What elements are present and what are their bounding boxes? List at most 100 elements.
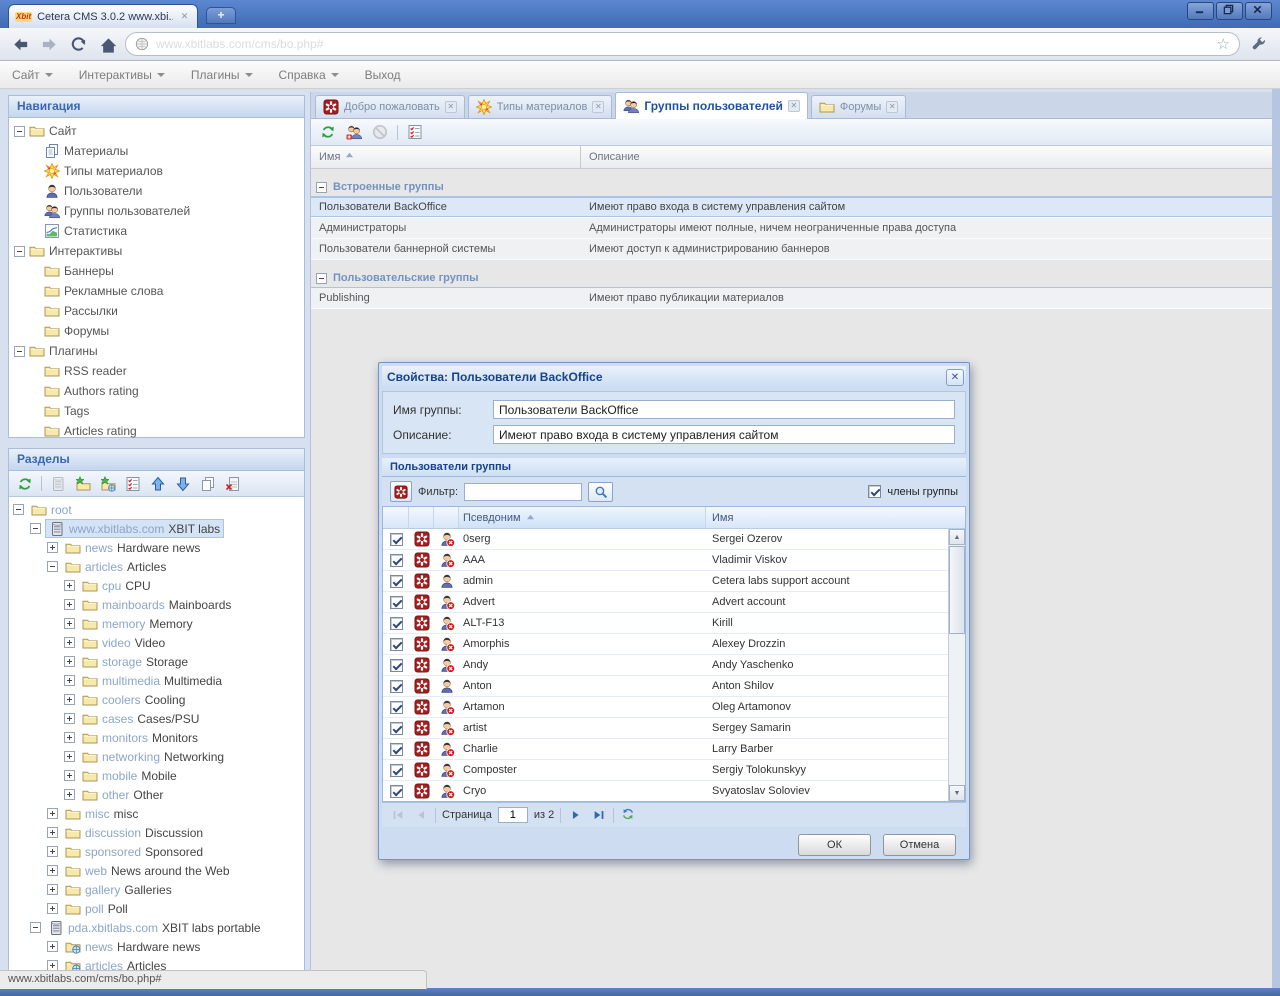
restore-button[interactable] — [1216, 2, 1243, 20]
column-header-description[interactable]: Описание — [581, 146, 1272, 168]
menu-item[interactable]: Выход — [365, 68, 401, 82]
section-node[interactable]: multimediaMultimedia — [9, 671, 304, 690]
collapse-icon[interactable] — [14, 346, 25, 357]
section-node[interactable]: miscmisc — [9, 804, 304, 823]
nav-item[interactable]: Интерактивы — [9, 241, 304, 261]
expand-icon[interactable] — [64, 580, 75, 591]
move-up-button[interactable] — [149, 475, 167, 493]
nav-item[interactable]: Сайт — [9, 121, 304, 141]
section-node[interactable]: galleryGalleries — [9, 880, 304, 899]
page-input[interactable] — [498, 807, 528, 823]
user-row[interactable]: ALT-F13Kirill — [383, 613, 948, 634]
user-row[interactable]: CharlieLarry Barber — [383, 739, 948, 760]
tab-close-icon[interactable]: ✕ — [592, 101, 604, 113]
add-site-button[interactable] — [99, 475, 117, 493]
user-row[interactable]: AndyAndy Yaschenko — [383, 655, 948, 676]
scroll-up-button[interactable]: ▲ — [949, 529, 965, 545]
forward-button[interactable] — [38, 33, 60, 55]
group-row[interactable]: Пользователи BackOfficeИмеют право входа… — [311, 197, 1272, 218]
members-only-checkbox[interactable] — [868, 485, 881, 498]
bookmark-star-icon[interactable]: ☆ — [1217, 37, 1230, 52]
collapse-icon[interactable] — [14, 126, 25, 137]
site-button[interactable] — [49, 475, 67, 493]
member-checkbox[interactable] — [390, 722, 403, 735]
expand-icon[interactable] — [64, 656, 75, 667]
add-group-button[interactable] — [345, 123, 363, 141]
section-node[interactable]: pda.xbitlabs.comXBIT labs portable — [9, 918, 304, 937]
expand-icon[interactable] — [47, 542, 58, 553]
section-node[interactable]: storageStorage — [9, 652, 304, 671]
nav-item[interactable]: Рекламные слова — [9, 281, 304, 301]
scroll-down-button[interactable]: ▼ — [949, 785, 965, 801]
tab-close-icon[interactable]: ✕ — [788, 100, 800, 112]
expand-icon[interactable] — [64, 618, 75, 629]
member-checkbox[interactable] — [390, 785, 403, 798]
group-row[interactable]: АдминистраторыАдминистраторы имеют полны… — [311, 218, 1272, 239]
expand-icon[interactable] — [47, 884, 58, 895]
group-description-input[interactable] — [493, 425, 955, 444]
user-row[interactable]: AAAVladimir Viskov — [383, 550, 948, 571]
delete-button[interactable] — [224, 475, 242, 493]
member-checkbox[interactable] — [390, 575, 403, 588]
section-node[interactable]: root — [9, 500, 304, 519]
prev-page-button[interactable] — [412, 807, 429, 824]
section-node[interactable]: networkingNetworking — [9, 747, 304, 766]
address-bar[interactable]: www.xbitlabs.com/cms/bo.php# ☆ — [125, 32, 1240, 56]
user-row[interactable]: 0sergSergei Ozerov — [383, 529, 948, 550]
user-row[interactable]: adminCetera labs support account — [383, 571, 948, 592]
collapse-icon[interactable] — [30, 523, 41, 534]
nav-item[interactable]: RSS reader — [9, 361, 304, 381]
scrollbar-thumb[interactable] — [949, 546, 965, 634]
collapse-icon[interactable] — [14, 246, 25, 257]
properties-button[interactable] — [124, 475, 142, 493]
section-node[interactable]: discussionDiscussion — [9, 823, 304, 842]
users-scrollbar[interactable]: ▲ ▼ — [948, 529, 965, 801]
tab-close-icon[interactable]: ✕ — [445, 101, 457, 113]
collapse-icon[interactable] — [13, 504, 24, 515]
home-button[interactable] — [96, 33, 118, 55]
collapse-icon[interactable] — [30, 922, 41, 933]
tab-close-icon[interactable]: ✕ — [178, 10, 191, 23]
column-header-nickname[interactable]: Псевдоним — [459, 507, 706, 528]
member-checkbox[interactable] — [390, 701, 403, 714]
ok-button[interactable]: ОК — [798, 834, 871, 856]
cancel-button[interactable]: Отмена — [883, 834, 956, 856]
section-node[interactable]: otherOther — [9, 785, 304, 804]
back-button[interactable] — [9, 33, 31, 55]
member-checkbox[interactable] — [390, 743, 403, 756]
nav-item[interactable]: Пользователи — [9, 181, 304, 201]
content-tab[interactable]: Добро пожаловать✕ — [315, 95, 465, 118]
new-tab-button[interactable]: + — [206, 7, 236, 24]
block-button[interactable] — [371, 123, 389, 141]
content-tab[interactable]: Группы пользователей✕ — [615, 92, 808, 119]
collapse-icon[interactable] — [47, 561, 58, 572]
nav-item[interactable]: Материалы — [9, 141, 304, 161]
expand-icon[interactable] — [64, 770, 75, 781]
collapse-icon[interactable] — [316, 182, 327, 193]
first-page-button[interactable] — [389, 807, 406, 824]
menu-item[interactable]: Справка — [279, 68, 339, 82]
section-node[interactable]: videoVideo — [9, 633, 304, 652]
section-node[interactable]: sponsoredSponsored — [9, 842, 304, 861]
expand-icon[interactable] — [47, 903, 58, 914]
section-node[interactable]: mainboardsMainboards — [9, 595, 304, 614]
next-page-button[interactable] — [567, 807, 584, 824]
tab-close-icon[interactable]: ✕ — [886, 101, 898, 113]
nav-item[interactable]: Баннеры — [9, 261, 304, 281]
collapse-icon[interactable] — [316, 273, 327, 284]
expand-icon[interactable] — [64, 732, 75, 743]
expand-icon[interactable] — [47, 941, 58, 952]
nav-item[interactable]: Статистика — [9, 221, 304, 241]
expand-icon[interactable] — [64, 599, 75, 610]
member-checkbox[interactable] — [390, 554, 403, 567]
member-checkbox[interactable] — [390, 638, 403, 651]
content-tab[interactable]: Типы материалов✕ — [468, 95, 613, 118]
settings-button[interactable] — [1247, 32, 1271, 56]
section-node[interactable]: memoryMemory — [9, 614, 304, 633]
section-node[interactable]: cpuCPU — [9, 576, 304, 595]
close-button[interactable] — [1245, 2, 1272, 20]
nav-item[interactable]: Tags — [9, 401, 304, 421]
expand-icon[interactable] — [64, 789, 75, 800]
group-section-header[interactable]: Пользовательские группы — [311, 269, 1272, 288]
section-node[interactable]: mobileMobile — [9, 766, 304, 785]
